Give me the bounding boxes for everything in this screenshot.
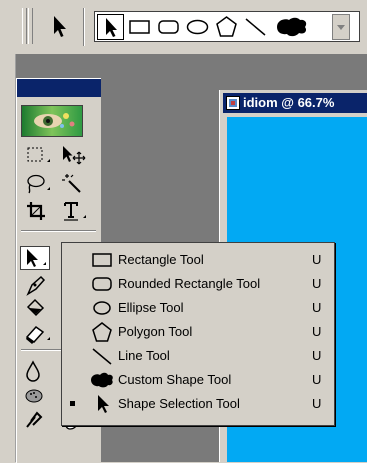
ellipse-icon[interactable] xyxy=(184,14,211,40)
document-title-bar[interactable]: idiom @ 66.7% xyxy=(223,93,367,113)
custom-shape-icon[interactable] xyxy=(271,14,323,40)
polygon-icon xyxy=(90,321,114,343)
tool-preset-arrow-icon[interactable] xyxy=(46,12,72,40)
menu-item-label: Ellipse Tool xyxy=(118,300,184,315)
move-tool-icon[interactable] xyxy=(59,143,89,167)
toolbox-title-bar[interactable] xyxy=(17,79,101,97)
options-bar-grip[interactable] xyxy=(28,8,33,44)
shortcut-key: U xyxy=(312,396,322,411)
shortcut-key: U xyxy=(312,324,322,339)
shortcut-key: U xyxy=(312,348,322,363)
menu-item-polygon-tool[interactable]: Polygon Tool U xyxy=(62,320,334,344)
rectangle-icon xyxy=(90,249,114,271)
lasso-tool-icon[interactable] xyxy=(23,171,53,195)
ellipse-icon xyxy=(90,297,114,319)
crop-tool-icon[interactable] xyxy=(23,199,53,223)
menu-item-shape-selection-tool[interactable]: Shape Selection Tool U xyxy=(62,392,334,416)
document-title: idiom @ 66.7% xyxy=(243,95,335,110)
menu-item-rectangle-tool[interactable]: Rectangle Tool U xyxy=(62,248,334,272)
paint-bucket-tool-icon[interactable] xyxy=(23,297,53,321)
shape-tools-flyout-menu: Rectangle Tool U Rounded Rectangle Tool … xyxy=(61,242,335,426)
menu-item-label: Polygon Tool xyxy=(118,324,193,339)
arrow-icon xyxy=(90,393,114,415)
eyedropper-tool-icon[interactable] xyxy=(23,407,53,431)
type-tool-icon[interactable] xyxy=(59,199,89,223)
shortcut-key: U xyxy=(312,300,322,315)
selected-bullet-icon xyxy=(69,392,77,416)
menu-item-label: Custom Shape Tool xyxy=(118,372,232,387)
menu-item-label: Line Tool xyxy=(118,348,170,363)
menu-item-rounded-rectangle-tool[interactable]: Rounded Rectangle Tool U xyxy=(62,272,334,296)
rounded-rectangle-icon xyxy=(90,273,114,295)
rectangle-icon[interactable] xyxy=(126,14,153,40)
rounded-rectangle-icon[interactable] xyxy=(155,14,182,40)
marquee-tool-icon[interactable] xyxy=(23,143,53,167)
magic-wand-tool-icon[interactable] xyxy=(59,171,89,195)
line-icon xyxy=(90,345,114,367)
toolbox-divider xyxy=(21,230,96,232)
shortcut-key: U xyxy=(312,276,322,291)
options-bar xyxy=(0,0,367,54)
left-panel-strip xyxy=(0,54,16,462)
sponge-tool-icon[interactable] xyxy=(23,383,53,407)
menu-item-line-tool[interactable]: Line Tool U xyxy=(62,344,334,368)
chevron-down-icon[interactable] xyxy=(332,14,350,40)
menu-item-label: Rounded Rectangle Tool xyxy=(118,276,261,291)
menu-item-custom-shape-tool[interactable]: Custom Shape Tool U xyxy=(62,368,334,392)
menu-item-label: Rectangle Tool xyxy=(118,252,204,267)
shape-mode-buttons xyxy=(94,11,360,42)
eye-logo-icon[interactable] xyxy=(21,105,83,137)
shortcut-key: U xyxy=(312,372,322,387)
shape-selection-arrow-icon[interactable] xyxy=(97,14,124,40)
eraser-tool-icon[interactable] xyxy=(23,321,53,345)
options-bar-separator xyxy=(83,8,85,46)
polygon-icon[interactable] xyxy=(213,14,240,40)
pen-tool-icon[interactable] xyxy=(23,273,53,297)
menu-item-ellipse-tool[interactable]: Ellipse Tool U xyxy=(62,296,334,320)
line-icon[interactable] xyxy=(242,14,269,40)
shape-selection-tool-icon[interactable] xyxy=(20,246,50,270)
custom-shape-icon xyxy=(90,369,114,391)
options-bar-grip[interactable] xyxy=(22,8,27,44)
menu-item-label: Shape Selection Tool xyxy=(118,396,240,411)
blur-tool-icon[interactable] xyxy=(23,359,53,383)
document-icon xyxy=(226,96,240,110)
shortcut-key: U xyxy=(312,252,322,267)
